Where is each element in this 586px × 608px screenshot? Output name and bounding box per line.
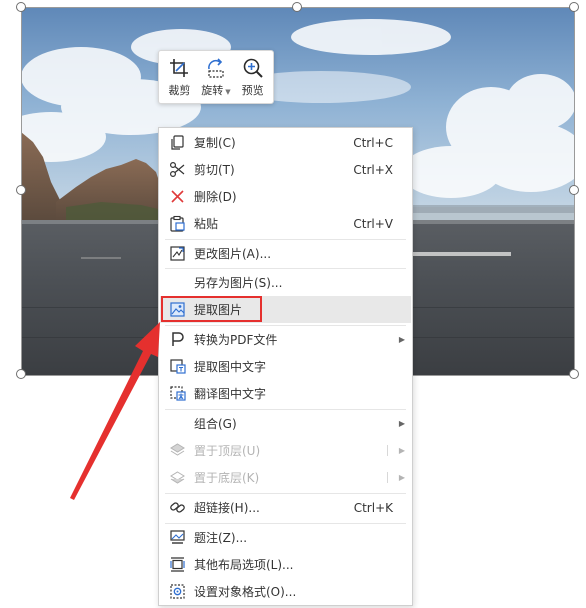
rotate-button[interactable]: 旋转 ▼ xyxy=(198,57,234,98)
format-object-label: 设置对象格式(O)... xyxy=(194,585,297,599)
submenu-arrow-icon: ▶ xyxy=(398,419,405,428)
hyperlink-label: 超链接(H)... xyxy=(194,501,260,515)
copy-label: 复制(C) xyxy=(194,136,236,150)
extract-picture-label: 提取图片 xyxy=(194,303,243,317)
pdf-convert-icon xyxy=(169,331,186,348)
change-picture-label: 更改图片(A)... xyxy=(194,247,272,261)
resize-handle-bottom-left[interactable] xyxy=(16,369,26,379)
change-picture-icon xyxy=(169,245,186,262)
menu-item-extract-text[interactable]: 提取图中文字 xyxy=(160,353,411,380)
menu-item-convert-pdf[interactable]: 转换为PDF文件 ▶ xyxy=(160,326,411,353)
scissors-icon xyxy=(169,161,186,178)
crop-button[interactable]: 裁剪 xyxy=(161,57,197,98)
bring-to-front-icon xyxy=(169,442,186,459)
hyperlink-shortcut: Ctrl+K xyxy=(353,500,393,515)
crop-icon xyxy=(168,57,190,79)
submenu-arrow-icon: ▶ xyxy=(398,446,405,455)
translate-icon xyxy=(169,385,186,402)
bring-to-top-label: 置于顶层(U) xyxy=(194,444,261,458)
menu-item-cut[interactable]: 剪切(T) Ctrl+X xyxy=(160,156,411,183)
caption-icon xyxy=(169,529,186,546)
extract-picture-icon xyxy=(169,301,186,318)
menu-item-bring-to-top: 置于顶层(U) ▶ xyxy=(160,437,411,464)
save-as-picture-label: 另存为图片(S)... xyxy=(194,276,283,290)
submenu-arrow-icon: ▶ xyxy=(398,335,405,344)
resize-handle-bottom-right[interactable] xyxy=(569,369,579,379)
group-label: 组合(G) xyxy=(194,417,237,431)
translate-text-label: 翻译图中文字 xyxy=(194,387,267,401)
menu-item-format-object[interactable]: 设置对象格式(O)... xyxy=(160,578,411,605)
copy-icon xyxy=(169,134,186,151)
resize-handle-top-right[interactable] xyxy=(569,2,579,12)
delete-x-icon xyxy=(169,188,186,205)
preview-label: 预览 xyxy=(241,83,264,97)
convert-pdf-label: 转换为PDF文件 xyxy=(194,333,278,347)
link-icon xyxy=(169,499,186,516)
menu-item-layout-options[interactable]: 其他布局选项(L)... xyxy=(160,551,411,578)
picture-mini-toolbar: 裁剪 旋转 ▼ 预览 xyxy=(158,50,274,104)
rotate-label: 旋转 xyxy=(201,83,224,97)
ocr-text-icon xyxy=(169,358,186,375)
menu-item-delete[interactable]: 删除(D) xyxy=(160,183,411,210)
menu-item-send-to-bottom: 置于底层(K) ▶ xyxy=(160,464,411,491)
menu-item-change-picture[interactable]: 更改图片(A)... xyxy=(160,240,411,267)
menu-item-hyperlink[interactable]: 超链接(H)... Ctrl+K xyxy=(160,494,411,521)
paste-label: 粘贴 xyxy=(194,217,219,231)
context-menu: 复制(C) Ctrl+C 剪切(T) Ctrl+X 删除(D) 粘贴 Ctrl+… xyxy=(158,127,413,606)
layout-icon xyxy=(169,556,186,573)
format-object-icon xyxy=(169,583,186,600)
send-to-bottom-label: 置于底层(K) xyxy=(194,471,260,485)
crop-label: 裁剪 xyxy=(168,83,191,97)
menu-item-translate-text[interactable]: 翻译图中文字 xyxy=(160,380,411,407)
delete-label: 删除(D) xyxy=(194,190,237,204)
cut-label: 剪切(T) xyxy=(194,163,235,177)
menu-item-caption[interactable]: 题注(Z)... xyxy=(160,524,411,551)
resize-handle-right[interactable] xyxy=(569,185,579,195)
caption-label: 题注(Z)... xyxy=(194,531,248,545)
paste-shortcut: Ctrl+V xyxy=(353,216,393,231)
layout-options-label: 其他布局选项(L)... xyxy=(194,558,294,572)
menu-item-copy[interactable]: 复制(C) Ctrl+C xyxy=(160,129,411,156)
copy-shortcut: Ctrl+C xyxy=(353,135,393,150)
send-to-back-icon xyxy=(169,469,186,486)
resize-handle-top-left[interactable] xyxy=(16,2,26,12)
clipboard-icon xyxy=(169,215,186,232)
extract-text-label: 提取图中文字 xyxy=(194,360,267,374)
zoom-in-icon xyxy=(242,57,264,79)
menu-item-paste[interactable]: 粘贴 Ctrl+V xyxy=(160,210,411,237)
cut-shortcut: Ctrl+X xyxy=(353,162,393,177)
resize-handle-left[interactable] xyxy=(16,185,26,195)
resize-handle-top[interactable] xyxy=(292,2,302,12)
split-divider xyxy=(387,445,388,456)
rotate-dropdown-caret-icon[interactable]: ▼ xyxy=(225,88,230,96)
menu-item-save-as-picture[interactable]: 另存为图片(S)... xyxy=(160,269,411,296)
rotate-icon xyxy=(205,57,227,79)
submenu-arrow-icon: ▶ xyxy=(398,473,405,482)
preview-button[interactable]: 预览 xyxy=(235,57,271,98)
menu-item-extract-picture[interactable]: 提取图片 xyxy=(160,296,411,323)
split-divider xyxy=(387,472,388,483)
menu-item-group[interactable]: 组合(G) ▶ xyxy=(160,410,411,437)
